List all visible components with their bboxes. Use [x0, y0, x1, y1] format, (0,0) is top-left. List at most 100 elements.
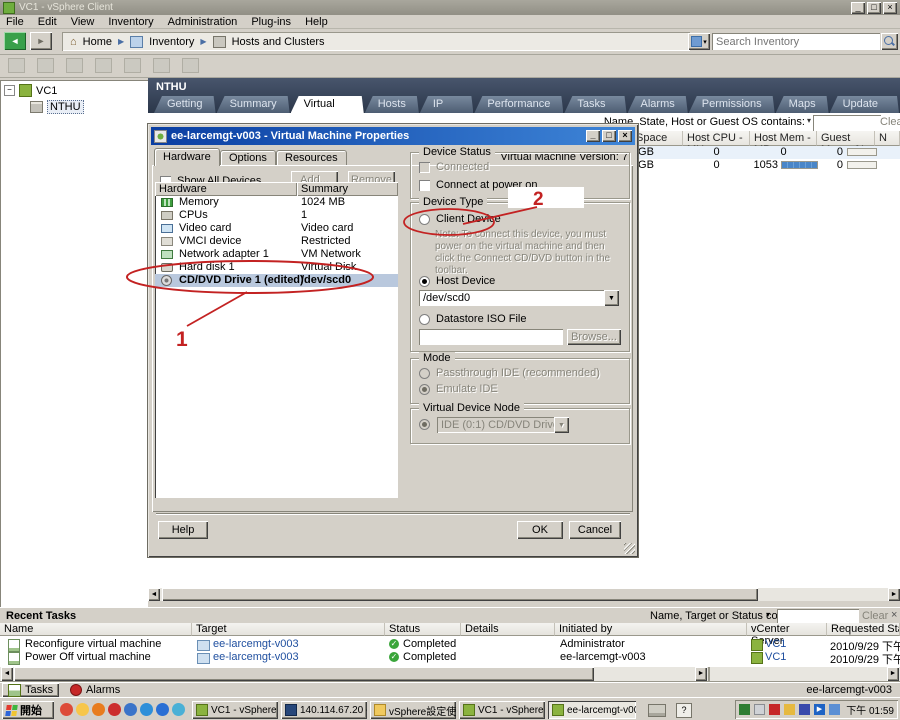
menu-administration[interactable]: Administration: [168, 16, 238, 27]
tree-node-nthu[interactable]: NTHU: [47, 100, 84, 114]
cancel-button[interactable]: Cancel: [569, 521, 621, 539]
scrollbar-thumb[interactable]: [162, 588, 758, 601]
sphere-icon[interactable]: [124, 703, 137, 716]
tab-summary[interactable]: Summary: [217, 96, 290, 113]
new-cluster-icon[interactable]: [95, 58, 112, 73]
hardware-row[interactable]: VMCI device Restricted: [155, 235, 398, 248]
firefox-icon[interactable]: [92, 703, 105, 716]
smiley-icon[interactable]: [76, 703, 89, 716]
task-column-details[interactable]: Details: [461, 623, 555, 636]
breadcrumb-inventory[interactable]: Inventory: [149, 36, 194, 48]
add-host-icon[interactable]: [37, 58, 54, 73]
host-device-select[interactable]: /dev/scd0 ▼: [419, 290, 619, 306]
menu-plugins[interactable]: Plug-ins: [251, 16, 291, 27]
hardware-row[interactable]: Network adapter 1 VM Network: [155, 248, 398, 261]
alarms-pane-toggle[interactable]: Alarms: [64, 683, 126, 697]
new-vm-icon[interactable]: [66, 58, 83, 73]
new-entity-icon[interactable]: [8, 58, 25, 73]
tray-volume-icon[interactable]: [829, 704, 840, 715]
start-button[interactable]: 開始: [2, 701, 54, 719]
host-device-option[interactable]: Host Device: [419, 275, 495, 287]
tab-maps[interactable]: Maps: [776, 96, 829, 113]
tray-icon-2[interactable]: [754, 704, 765, 715]
scroll-left-icon[interactable]: ◄: [1, 667, 13, 681]
hw-column-summary[interactable]: Summary: [297, 182, 398, 196]
task-vcenter[interactable]: VC1: [765, 638, 786, 650]
hardware-row[interactable]: Video card Video card: [155, 222, 398, 235]
tray-play-icon[interactable]: ▶: [814, 704, 825, 715]
help-icon[interactable]: ?: [676, 703, 692, 718]
hardware-row-cddvd-selected[interactable]: CD/DVD Drive 1 (edited) /dev/scd0: [155, 274, 398, 287]
back-icon[interactable]: ◄: [4, 32, 26, 50]
help-button[interactable]: Help: [158, 521, 208, 539]
search-input[interactable]: [712, 33, 880, 50]
tab-ip-pools[interactable]: IP Pools: [420, 96, 474, 113]
hw-column-hardware[interactable]: Hardware: [155, 182, 297, 196]
task-vcenter[interactable]: VC1: [765, 651, 786, 663]
resize-grip[interactable]: [624, 543, 635, 554]
scheduled-task-icon[interactable]: [182, 58, 199, 73]
tab-update-manager[interactable]: Update Manager: [830, 96, 899, 113]
tray-icon-1[interactable]: [739, 704, 750, 715]
breadcrumb-home[interactable]: Home: [83, 36, 112, 48]
vm-filter-clear[interactable]: Clear: [880, 116, 900, 128]
dialog-minimize-icon[interactable]: _: [586, 130, 600, 142]
column-header-n[interactable]: N: [875, 131, 900, 146]
task-row[interactable]: Power Off virtual machine ee-larcemgt-v0…: [0, 651, 900, 664]
dialog-tab-options[interactable]: Options: [220, 150, 276, 166]
maximize-icon[interactable]: □: [867, 2, 881, 14]
scroll-right-icon[interactable]: ►: [887, 667, 899, 681]
hardware-row[interactable]: Hard disk 1 Virtual Disk: [155, 261, 398, 274]
dialog-tab-resources[interactable]: Resources: [276, 150, 347, 166]
task-column-initiated-by[interactable]: Initiated by: [555, 623, 747, 636]
task-target[interactable]: ee-larcemgt-v003: [213, 638, 299, 650]
opera-icon[interactable]: [108, 703, 121, 716]
column-header-guest-mem[interactable]: Guest Mem - %: [817, 131, 875, 146]
task-row[interactable]: Reconfigure virtual machine ee-larcemgt-…: [0, 638, 900, 651]
menu-inventory[interactable]: Inventory: [108, 16, 153, 27]
search-icon[interactable]: [881, 33, 898, 50]
browser-icon[interactable]: [172, 703, 185, 716]
select-arrow-icon[interactable]: ▼: [604, 290, 619, 306]
tree-collapse-icon[interactable]: −: [4, 85, 15, 96]
taskbar-button-terminal[interactable]: 140.114.67.20 - ...: [281, 701, 367, 719]
menu-view[interactable]: View: [71, 16, 95, 27]
client-device-radio[interactable]: [419, 214, 430, 225]
tray-icon-3[interactable]: [769, 704, 780, 715]
host-device-radio[interactable]: [419, 276, 430, 287]
chrome-icon[interactable]: [60, 703, 73, 716]
events-icon[interactable]: [153, 58, 170, 73]
tray-shield-icon[interactable]: [784, 704, 795, 715]
task-target[interactable]: ee-larcemgt-v003: [213, 651, 299, 663]
browse-button[interactable]: Browse...: [567, 329, 621, 345]
scroll-right-icon[interactable]: ►: [888, 588, 900, 601]
task-column-start-time[interactable]: Requested Start Tim: [827, 623, 900, 636]
clock[interactable]: 下午 01:59: [846, 702, 894, 717]
column-header-host-mem[interactable]: Host Mem - MB: [750, 131, 817, 146]
menu-file[interactable]: File: [6, 16, 24, 27]
search-scope-dropdown[interactable]: ▾: [688, 33, 710, 50]
task-column-name[interactable]: Name: [0, 623, 192, 636]
hardware-row[interactable]: Memory 1024 MB: [155, 196, 398, 209]
breadcrumb-hosts-and-clusters[interactable]: Hosts and Clusters: [232, 36, 325, 48]
taskbar-button-folder[interactable]: vSphere設定使用: [370, 701, 456, 719]
connect-at-power-on-checkbox[interactable]: [419, 180, 430, 191]
close-icon[interactable]: ×: [883, 2, 897, 14]
tray-icon-5[interactable]: [799, 704, 810, 715]
task-column-target[interactable]: Target: [192, 623, 385, 636]
dialog-close-icon[interactable]: ×: [618, 130, 632, 142]
iso-file-input[interactable]: [419, 329, 563, 345]
tab-alarms[interactable]: Alarms: [628, 96, 688, 113]
datastore-iso-option[interactable]: Datastore ISO File: [419, 313, 526, 325]
tab-virtual-machines[interactable]: Virtual Machines: [291, 96, 364, 113]
taskbar-button-vsphere-1[interactable]: VC1 - vSphere Cl...: [192, 701, 278, 719]
vm-filter-caret-icon[interactable]: ▾: [807, 116, 811, 125]
tasks-filter-clear[interactable]: Clear: [862, 610, 888, 622]
tab-performance[interactable]: Performance: [474, 96, 563, 113]
connect-at-power-on-option[interactable]: Connect at power on: [419, 179, 538, 191]
tasks-filter-input[interactable]: [777, 609, 859, 623]
taskbar-button-vm-active[interactable]: ee-larcemgt-v003 ...: [548, 701, 636, 719]
scroll-left-icon[interactable]: ◄: [148, 588, 160, 601]
ie-icon[interactable]: [156, 703, 169, 716]
tasks-hscrollbar[interactable]: ◄ ► ►: [0, 667, 900, 681]
